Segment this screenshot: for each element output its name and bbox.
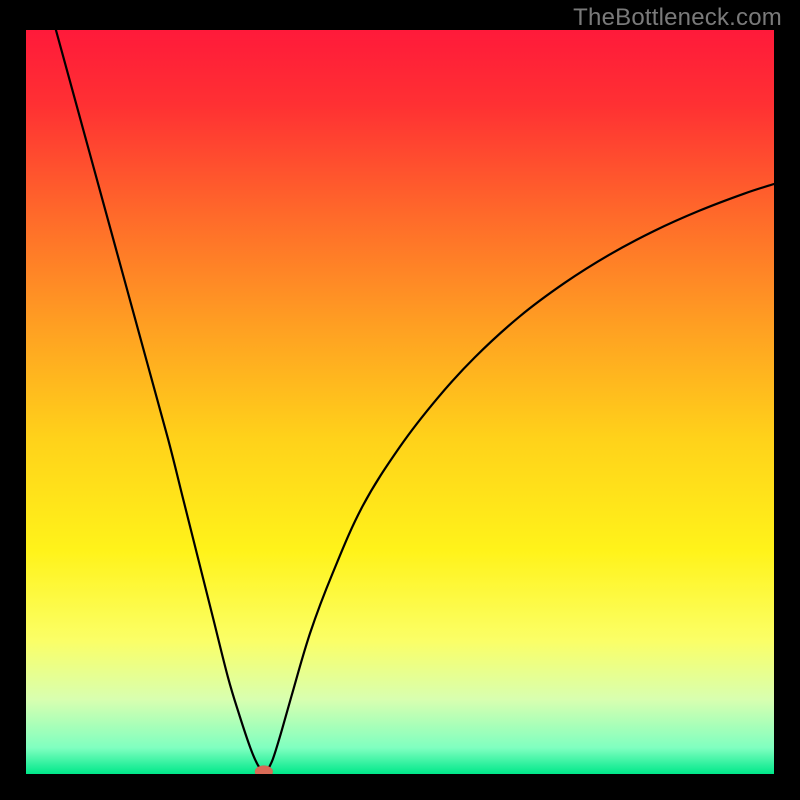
plot-area: [26, 30, 774, 774]
chart-frame: TheBottleneck.com: [0, 0, 800, 800]
watermark-text: TheBottleneck.com: [573, 4, 782, 32]
gradient-background: [26, 30, 774, 774]
bottleneck-chart: [26, 30, 774, 774]
